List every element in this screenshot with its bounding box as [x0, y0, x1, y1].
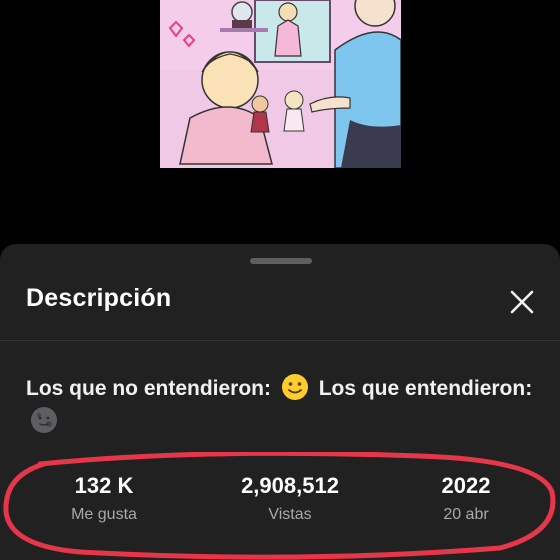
description-part-2: Los que entendieron: [318, 377, 533, 400]
views-count: 2,908,512 [241, 473, 339, 498]
views-stat: 2,908,512 Vistas [200, 472, 380, 524]
close-icon [510, 290, 534, 314]
date-year: 2022 [441, 473, 491, 498]
date-day: 20 abr [443, 506, 489, 523]
sheet-title: Descripción [26, 284, 172, 312]
description-text: Los que no entendieron: Los que entendie… [26, 372, 536, 438]
likes-count: 132 K [74, 473, 134, 498]
views-label: Vistas [268, 506, 312, 523]
close-button[interactable] [506, 286, 538, 318]
description-part-1: Los que no entendieron: [26, 377, 271, 400]
likes-label: Me gusta [71, 506, 137, 523]
divider [0, 340, 560, 341]
smiling-face-emoji-icon [281, 374, 308, 400]
date-stat: 2022 20 abr [376, 472, 556, 524]
drag-handle[interactable] [250, 258, 312, 264]
likes-stat: 132 K Me gusta [14, 472, 194, 524]
new-moon-face-emoji-icon [31, 407, 57, 433]
video-thumbnail [160, 0, 401, 168]
description-sheet: Descripción Los que no entendieron: Los … [0, 244, 560, 560]
stats-row: 132 K Me gusta 2,908,512 Vistas 2022 20 … [0, 472, 560, 532]
